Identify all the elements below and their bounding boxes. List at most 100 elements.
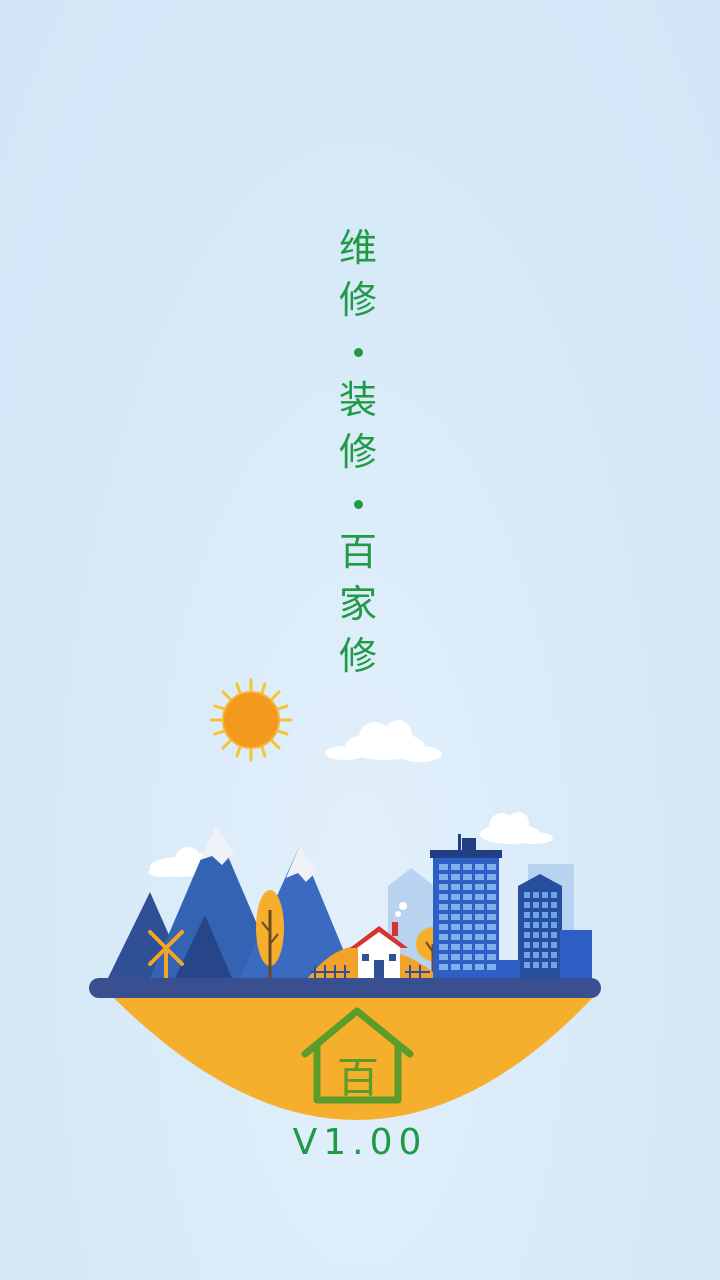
window bbox=[463, 914, 472, 920]
window bbox=[475, 924, 484, 930]
window bbox=[451, 954, 460, 960]
window bbox=[487, 904, 496, 910]
window bbox=[487, 964, 496, 970]
window bbox=[551, 892, 557, 898]
window bbox=[451, 934, 460, 940]
window bbox=[439, 914, 448, 920]
window bbox=[439, 944, 448, 950]
window bbox=[533, 892, 539, 898]
window bbox=[524, 962, 530, 968]
window bbox=[439, 954, 448, 960]
window bbox=[475, 884, 484, 890]
window bbox=[475, 894, 484, 900]
window bbox=[542, 922, 548, 928]
window bbox=[487, 914, 496, 920]
window bbox=[475, 914, 484, 920]
mountains bbox=[108, 826, 355, 978]
window bbox=[524, 892, 530, 898]
window bbox=[487, 894, 496, 900]
window bbox=[542, 962, 548, 968]
splash-screen: 维 修 装 修 百 家 修 百 V1.00 bbox=[0, 0, 720, 1280]
window bbox=[463, 964, 472, 970]
window bbox=[451, 914, 460, 920]
skyscraper bbox=[430, 834, 502, 978]
window bbox=[451, 944, 460, 950]
cloud-icon bbox=[480, 812, 553, 844]
window bbox=[487, 954, 496, 960]
slogan-char: 维 bbox=[338, 226, 377, 270]
window bbox=[451, 964, 460, 970]
window bbox=[463, 924, 472, 930]
window bbox=[542, 892, 548, 898]
window bbox=[463, 874, 472, 880]
window bbox=[451, 874, 460, 880]
window bbox=[463, 904, 472, 910]
window bbox=[475, 864, 484, 870]
window bbox=[475, 934, 484, 940]
slogan-separator-dot bbox=[354, 348, 363, 357]
window bbox=[439, 874, 448, 880]
window bbox=[551, 932, 557, 938]
window bbox=[533, 922, 539, 928]
window bbox=[451, 894, 460, 900]
window bbox=[463, 884, 472, 890]
window bbox=[463, 934, 472, 940]
window bbox=[439, 934, 448, 940]
window bbox=[487, 924, 496, 930]
slogan-char: 修 bbox=[338, 430, 377, 474]
window bbox=[542, 912, 548, 918]
version-label: V1.00 bbox=[292, 1122, 428, 1163]
window bbox=[551, 942, 557, 948]
window bbox=[551, 912, 557, 918]
slogan-separator-dot bbox=[354, 500, 363, 509]
island-illustration: 百 bbox=[89, 678, 601, 1120]
window bbox=[487, 944, 496, 950]
window bbox=[533, 952, 539, 958]
window bbox=[533, 962, 539, 968]
window bbox=[451, 924, 460, 930]
window bbox=[463, 954, 472, 960]
window bbox=[542, 952, 548, 958]
window bbox=[463, 894, 472, 900]
window bbox=[533, 932, 539, 938]
island-rim bbox=[89, 978, 601, 998]
window bbox=[475, 954, 484, 960]
window bbox=[524, 942, 530, 948]
logo-glyph: 百 bbox=[337, 1053, 379, 1102]
slogan-char: 家 bbox=[338, 582, 377, 626]
window bbox=[475, 944, 484, 950]
slogan-brand: 百 家 修 bbox=[326, 526, 390, 682]
window bbox=[487, 934, 496, 940]
window bbox=[451, 904, 460, 910]
window bbox=[533, 942, 539, 948]
window bbox=[439, 964, 448, 970]
window bbox=[533, 902, 539, 908]
window bbox=[463, 864, 472, 870]
window bbox=[487, 864, 496, 870]
window bbox=[439, 904, 448, 910]
window bbox=[524, 932, 530, 938]
window bbox=[475, 964, 484, 970]
window bbox=[524, 902, 530, 908]
window bbox=[451, 884, 460, 890]
window bbox=[524, 922, 530, 928]
slogan-char: 百 bbox=[338, 530, 377, 574]
window bbox=[542, 902, 548, 908]
window bbox=[542, 932, 548, 938]
window bbox=[475, 904, 484, 910]
window bbox=[451, 864, 460, 870]
slogan-decorate: 装 修 bbox=[326, 374, 390, 478]
window bbox=[551, 902, 557, 908]
slogan-char: 装 bbox=[338, 378, 377, 422]
window bbox=[463, 944, 472, 950]
slogan-char: 修 bbox=[338, 278, 377, 322]
window bbox=[487, 884, 496, 890]
window bbox=[524, 952, 530, 958]
window bbox=[439, 864, 448, 870]
window bbox=[439, 884, 448, 890]
window bbox=[439, 924, 448, 930]
window bbox=[524, 912, 530, 918]
office-building bbox=[498, 874, 592, 978]
window bbox=[551, 922, 557, 928]
window bbox=[533, 912, 539, 918]
